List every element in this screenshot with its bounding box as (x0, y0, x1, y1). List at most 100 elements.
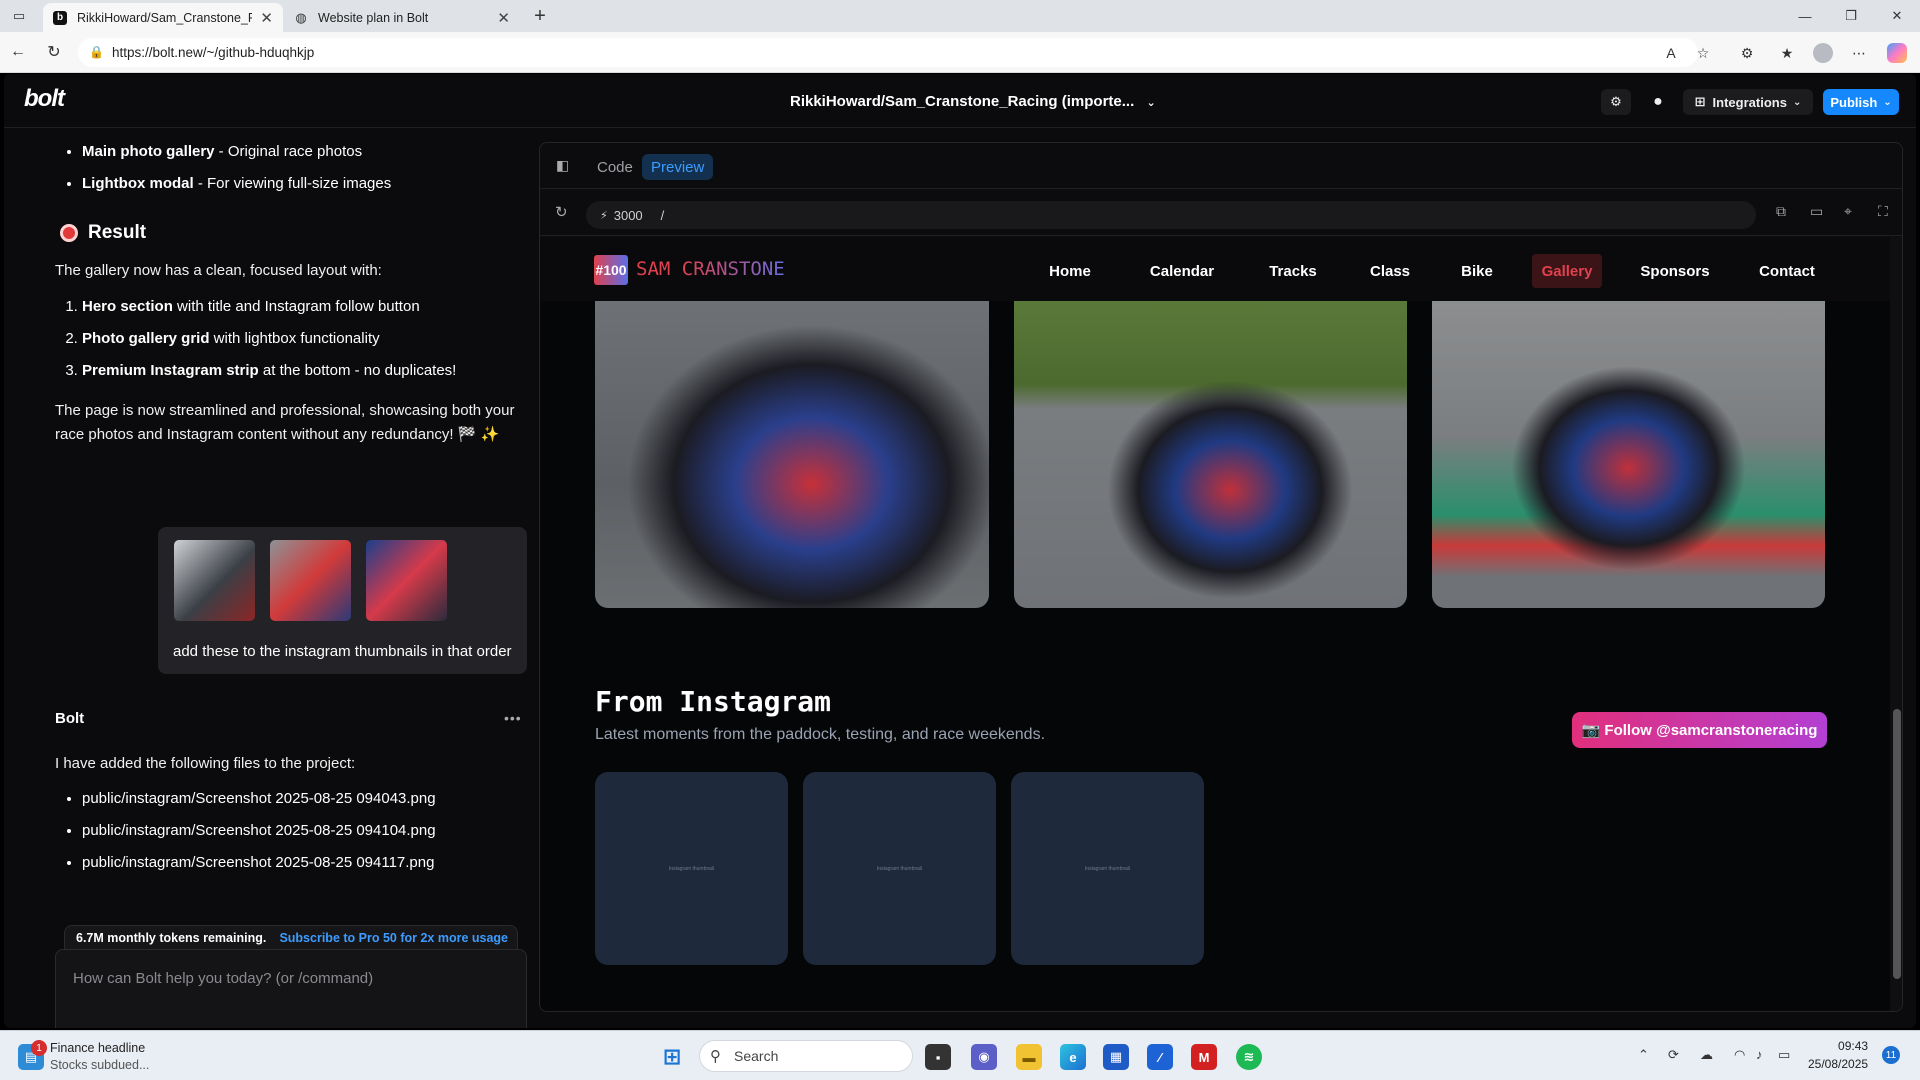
brand-number-badge[interactable]: #100 (594, 255, 628, 285)
bolt-logo[interactable]: bolt (24, 85, 65, 113)
tray-cloud-icon[interactable]: ☁ (1700, 1047, 1713, 1063)
tray-sync-icon[interactable]: ⟳ (1668, 1047, 1679, 1063)
chevron-down-icon: ⌄ (1146, 97, 1156, 109)
target-icon (60, 224, 78, 242)
browser-tab[interactable]: ◍ Website plan in Bolt ✕ (284, 3, 520, 32)
system-clock[interactable]: 09:43 25/08/2025 (1808, 1037, 1868, 1073)
tab-preview[interactable]: Preview (642, 154, 714, 180)
notification-badge[interactable]: 11 (1882, 1046, 1900, 1064)
tab-actions-icon[interactable]: ▭ (0, 0, 38, 32)
site-preview: #100 SAM CRANSTONE Home Calendar Tracks … (540, 237, 1890, 1011)
extensions-icon[interactable]: ⚙ (1734, 40, 1760, 66)
message-options-icon[interactable]: ••• (504, 710, 522, 726)
tray-overflow-icon[interactable]: ⌃ (1638, 1047, 1649, 1063)
lock-icon: 🔒 (89, 45, 104, 59)
taskbar-search[interactable]: ⚲ Search (699, 1040, 913, 1072)
teams-chat-icon[interactable]: ◉ (971, 1044, 997, 1070)
site-nav: #100 SAM CRANSTONE Home Calendar Tracks … (540, 237, 1890, 301)
instagram-title: From Instagram (595, 685, 832, 718)
news-widget[interactable]: Finance headline Stocks subdued... (50, 1040, 149, 1074)
panel-toggle-icon[interactable]: ◧ (556, 157, 569, 174)
battery-icon[interactable]: ▭ (1778, 1047, 1790, 1063)
copilot-icon[interactable] (1884, 40, 1910, 66)
spotify-icon[interactable]: ≋ (1236, 1044, 1262, 1070)
publish-button[interactable]: Publish ⌄ (1823, 89, 1899, 115)
wifi-icon[interactable]: ◠ (1734, 1047, 1745, 1063)
nav-tracks[interactable]: Tracks (1258, 254, 1328, 288)
browser-tab-active[interactable]: b RikkiHoward/Sam_Cranstone_Rac ✕ (43, 3, 283, 32)
favorites-icon[interactable]: ★ (1774, 40, 1800, 66)
gallery-photo[interactable] (595, 297, 989, 608)
settings-icon[interactable]: ⚙ (1601, 89, 1631, 115)
minimize-icon[interactable]: — (1782, 0, 1828, 32)
device-preview-icon[interactable]: ▭ (1810, 203, 1823, 220)
open-new-window-icon[interactable]: ⧉ (1776, 203, 1786, 220)
nav-sponsors[interactable]: Sponsors (1631, 254, 1719, 288)
list-item: Hero section with title and Instagram fo… (82, 291, 456, 323)
more-menu-icon[interactable]: ⋯ (1846, 40, 1872, 66)
list-item: Photo gallery grid with lightbox functio… (82, 323, 456, 355)
result-list: Hero section with title and Instagram fo… (82, 291, 456, 387)
fullscreen-icon[interactable]: ⛶ (1878, 203, 1888, 220)
gallery-photo[interactable] (1014, 297, 1407, 608)
preview-scrollbar-thumb[interactable] (1893, 709, 1901, 979)
start-windows-icon[interactable]: ⊞ (659, 1044, 685, 1070)
mcafee-icon[interactable]: M (1191, 1044, 1217, 1070)
search-icon: ⚲ (710, 1048, 721, 1065)
address-bar[interactable]: 🔒 https://bolt.new/~/github-hduqhkjp (78, 38, 1698, 67)
edge-icon[interactable]: e (1060, 1044, 1086, 1070)
tokens-remaining: 6.7M monthly tokens remaining. (76, 931, 267, 945)
reload-icon[interactable]: ↻ (555, 203, 568, 221)
attachment-thumbnail[interactable] (174, 540, 255, 621)
restore-icon[interactable]: ❐ (1828, 0, 1874, 32)
search-label: Search (734, 1048, 779, 1064)
github-icon[interactable]: ● (1643, 89, 1673, 115)
chat-input[interactable]: How can Bolt help you today? (or /comman… (55, 949, 527, 1028)
list-item: public/instagram/Screenshot 2025-08-25 0… (82, 783, 436, 815)
attachment-thumbnail[interactable] (270, 540, 351, 621)
close-tab-icon[interactable]: ✕ (497, 9, 510, 27)
read-aloud-icon[interactable]: A (1658, 40, 1684, 66)
close-window-icon[interactable]: ✕ (1874, 0, 1920, 32)
nav-home[interactable]: Home (1042, 254, 1098, 288)
app-scrollbar[interactable] (1904, 200, 1916, 1028)
chevron-down-icon: ⌄ (1883, 96, 1892, 108)
subscribe-link[interactable]: Subscribe to Pro 50 for 2x more usage (279, 931, 508, 945)
brand-name[interactable]: SAM CRANSTONE (636, 258, 785, 280)
follow-instagram-button[interactable]: 📷 Follow @samcranstoneracing (1572, 712, 1827, 748)
favorite-star-icon[interactable]: ☆ (1690, 40, 1716, 66)
store-icon[interactable]: ▦ (1103, 1044, 1129, 1070)
app-icon[interactable]: ⁄ (1147, 1044, 1173, 1070)
back-icon[interactable]: ← (6, 40, 30, 64)
volume-icon[interactable]: ♪ (1756, 1047, 1763, 1062)
project-title-dropdown[interactable]: RikkiHoward/Sam_Cranstone_Racing (import… (790, 93, 1156, 110)
inspect-icon[interactable]: ⌖ (1844, 203, 1852, 220)
nav-contact[interactable]: Contact (1751, 254, 1823, 288)
nav-calendar[interactable]: Calendar (1140, 254, 1224, 288)
new-tab-icon[interactable]: + (525, 0, 555, 32)
user-message-text: add these to the instagram thumbnails in… (173, 643, 512, 660)
gallery-photo[interactable] (1432, 297, 1825, 608)
file-explorer-icon[interactable]: ▬ (1016, 1044, 1042, 1070)
instagram-thumbnail[interactable]: Instagram thumbnail (803, 772, 996, 965)
token-usage-bar: 6.7M monthly tokens remaining. Subscribe… (64, 925, 518, 950)
nav-bike[interactable]: Bike (1450, 254, 1504, 288)
instagram-subtitle: Latest moments from the paddock, testing… (595, 726, 1046, 743)
integrations-button[interactable]: ⊞ Integrations ⌄ (1683, 89, 1813, 115)
thumbnail-placeholder-text: Instagram thumbnail (1084, 865, 1131, 872)
clock-date: 25/08/2025 (1808, 1057, 1869, 1071)
instagram-thumbnail[interactable]: Instagram thumbnail (1011, 772, 1204, 965)
bolt-favicon-icon: b (53, 10, 67, 25)
preview-url-input[interactable]: ⚡ 3000 / (586, 201, 1756, 229)
nav-class[interactable]: Class (1360, 254, 1420, 288)
file-explorer-black-icon[interactable]: ▪ (925, 1044, 951, 1070)
close-tab-icon[interactable]: ✕ (260, 9, 273, 27)
tab-code[interactable]: Code (588, 154, 642, 180)
bolt-app: bolt RikkiHoward/Sam_Cranstone_Racing (i… (4, 74, 1916, 1028)
attachment-thumbnail[interactable] (366, 540, 447, 621)
nav-gallery[interactable]: Gallery (1532, 254, 1602, 288)
list-item: Lightbox modal - For viewing full-size i… (82, 168, 391, 200)
profile-avatar-icon[interactable] (1810, 40, 1836, 66)
instagram-thumbnail[interactable]: Instagram thumbnail (595, 772, 788, 965)
refresh-icon[interactable]: ↻ (42, 40, 66, 64)
